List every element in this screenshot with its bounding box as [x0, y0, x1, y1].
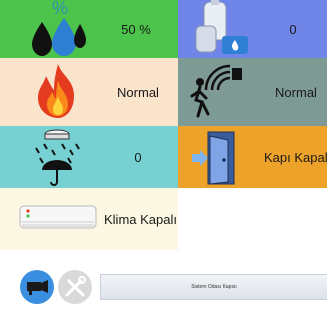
humidity-tile[interactable]: % 50 % [0, 0, 178, 58]
fire-icon [38, 64, 74, 118]
motion-value: Normal [275, 84, 317, 100]
tools-icon [65, 276, 86, 297]
humidity-value: 50 % [121, 21, 151, 37]
gas-value: 0 [289, 21, 297, 37]
air-conditioner-icon [19, 205, 97, 229]
water-drops-icon: % [32, 0, 86, 56]
svg-text:%: % [52, 0, 68, 18]
fire-value: Normal [117, 84, 159, 100]
door-value: Kapı Kapalı [264, 149, 327, 165]
status-text: Sistem Odası Kapısı [191, 284, 237, 290]
camera-button[interactable] [20, 270, 54, 304]
rain-sensor-icon [35, 129, 80, 186]
status-bar: Sistem Odası Kapısı [100, 274, 327, 300]
gas-tile[interactable]: 0 [178, 0, 327, 58]
ac-tile[interactable]: Klima Kapalı [0, 188, 178, 250]
empty-tile [178, 188, 327, 250]
door-icon [192, 131, 235, 185]
fire-tile[interactable]: Normal [0, 58, 178, 126]
rain-value: 0 [134, 149, 142, 165]
door-tile[interactable]: Kapı Kapalı [178, 126, 327, 188]
motion-tile[interactable]: Normal [178, 58, 327, 126]
rain-tile[interactable]: 0 [0, 126, 178, 188]
motion-sensor-icon [190, 64, 242, 118]
camera-icon [27, 280, 48, 295]
gas-cylinder-icon [195, 0, 248, 54]
tools-button[interactable] [58, 270, 92, 304]
ac-value: Klima Kapalı [104, 211, 177, 227]
